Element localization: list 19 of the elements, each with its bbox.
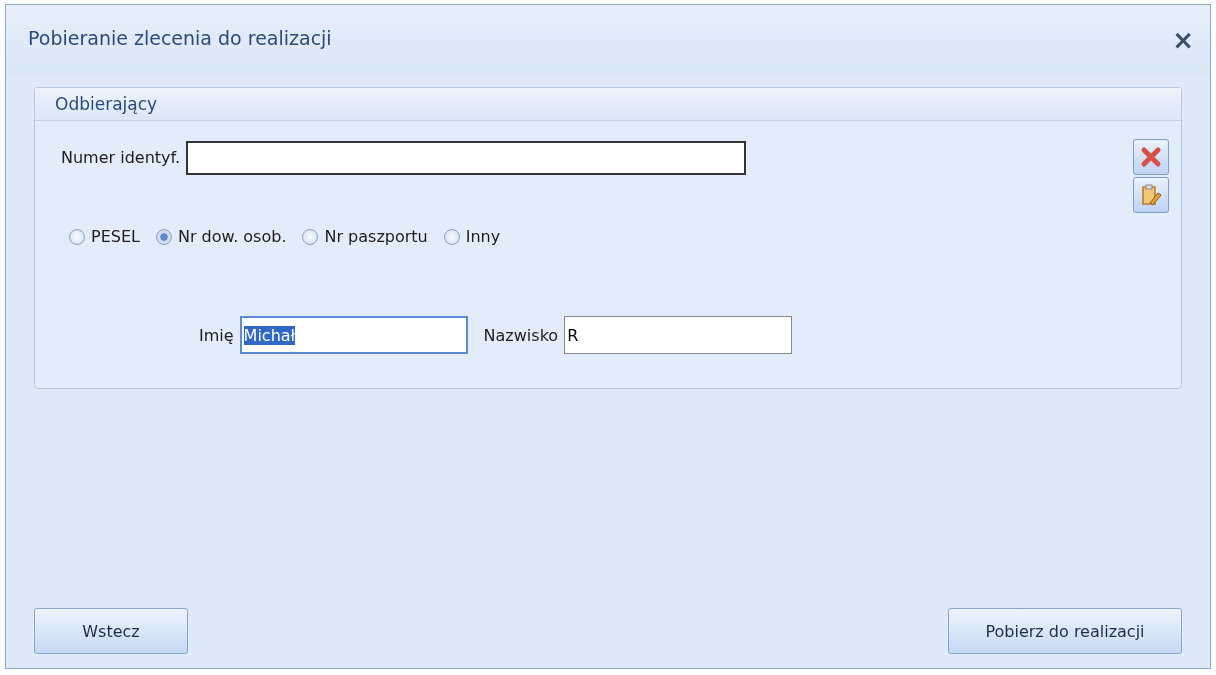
window-title: Pobieranie zlecenia do realizacji	[28, 27, 332, 49]
cross-icon	[1140, 146, 1162, 168]
field-label: Numer identyf.	[61, 148, 181, 167]
field-label: Nazwisko	[483, 325, 559, 345]
id-type-radio[interactable]: Nr dow. osob.	[155, 227, 287, 246]
id-type-radio[interactable]: Nr paszportu	[302, 227, 428, 246]
dialog-button[interactable]: Wstecz	[34, 608, 188, 654]
close-button[interactable]: ×	[1168, 27, 1198, 53]
name-field[interactable]: Michał	[239, 316, 468, 354]
group-title: Odbierający	[55, 94, 158, 114]
id-type-radio[interactable]: PESEL	[69, 227, 140, 246]
name-field[interactable]: R	[564, 316, 793, 354]
id-type-radio[interactable]: Inny	[443, 227, 501, 246]
id-number-field[interactable]	[186, 141, 747, 175]
field-label: Imię	[199, 325, 234, 345]
dialog-button[interactable]: Pobierz do realizacji	[948, 608, 1182, 654]
edit-button[interactable]	[1133, 177, 1169, 213]
clipboard-pencil-icon	[1140, 183, 1162, 207]
delete-button[interactable]	[1133, 139, 1169, 175]
